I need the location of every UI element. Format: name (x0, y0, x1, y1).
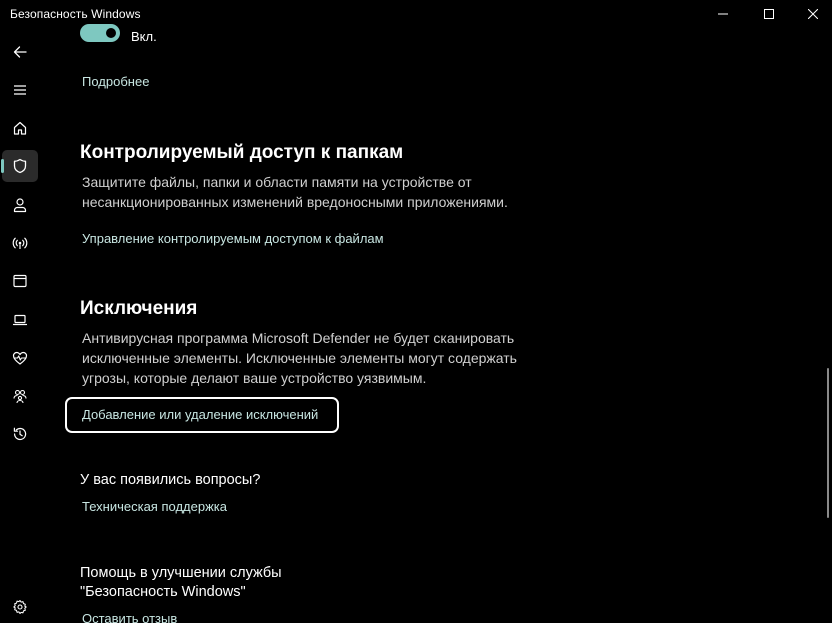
exclusions-heading: Исключения (80, 298, 198, 319)
controlled-folder-description: Защитите файлы, папки и области памяти н… (82, 174, 508, 210)
heart-pulse-icon (12, 351, 28, 365)
nav-item-app-browser-control[interactable] (0, 265, 40, 297)
feedback-heading-line1: Помощь в улучшении службы (80, 565, 282, 581)
shield-icon (13, 158, 27, 174)
app-window: Безопасность Windows Вкл. Подробнее Конт… (0, 0, 832, 623)
nav-back-button[interactable] (0, 36, 40, 68)
maximize-icon (764, 9, 774, 19)
vertical-scrollbar[interactable] (827, 368, 829, 518)
nav-item-account-protection[interactable] (0, 189, 40, 221)
add-remove-exclusions-link[interactable]: Добавление или удаление исключений (82, 407, 318, 422)
minimize-button[interactable] (700, 0, 746, 28)
technical-support-link[interactable]: Техническая поддержка (82, 499, 227, 514)
nav-item-settings[interactable] (0, 591, 40, 623)
person-icon (13, 198, 27, 213)
nav-item-home[interactable] (0, 112, 40, 144)
give-feedback-link[interactable]: Оставить отзыв (82, 611, 177, 623)
nav-item-protection-history[interactable] (0, 418, 40, 450)
maximize-button[interactable] (746, 0, 792, 28)
feedback-heading-line2: "Безопасность Windows" (80, 584, 246, 600)
minimize-icon (718, 13, 728, 15)
protection-toggle-switch[interactable] (80, 24, 120, 42)
controlled-folder-heading: Контролируемый доступ к папкам (80, 142, 404, 163)
exclusions-description: Антивирусная программа Microsoft Defende… (82, 330, 517, 386)
protection-toggle-row: Вкл. (80, 24, 157, 46)
toggle-state-label: Вкл. (131, 28, 157, 44)
close-button[interactable] (790, 0, 832, 28)
nav-rail (0, 28, 40, 623)
hamburger-menu-icon (14, 85, 26, 95)
nav-item-family-options[interactable] (0, 380, 40, 412)
laptop-icon (12, 314, 28, 326)
nav-menu-button[interactable] (0, 74, 40, 106)
wifi-antenna-icon (12, 237, 28, 249)
history-icon (13, 427, 27, 441)
main-content: Вкл. Подробнее Контролируемый доступ к п… (65, 24, 820, 623)
learn-more-link[interactable]: Подробнее (82, 74, 149, 89)
back-arrow-icon (13, 46, 27, 58)
nav-item-virus-protection[interactable] (1, 150, 38, 182)
close-icon (808, 9, 818, 19)
questions-heading: У вас появились вопросы? (80, 472, 261, 488)
nav-item-device-performance[interactable] (0, 342, 40, 374)
nav-item-firewall-network[interactable] (0, 227, 40, 259)
app-browser-icon (13, 274, 27, 288)
family-icon (13, 389, 27, 404)
title-bar: Безопасность Windows (0, 0, 832, 28)
nav-item-device-security[interactable] (0, 304, 40, 336)
home-icon (13, 121, 27, 135)
settings-gear-icon (13, 599, 27, 615)
window-title: Безопасность Windows (10, 7, 141, 21)
manage-controlled-folder-access-link[interactable]: Управление контролируемым доступом к фай… (82, 231, 384, 246)
